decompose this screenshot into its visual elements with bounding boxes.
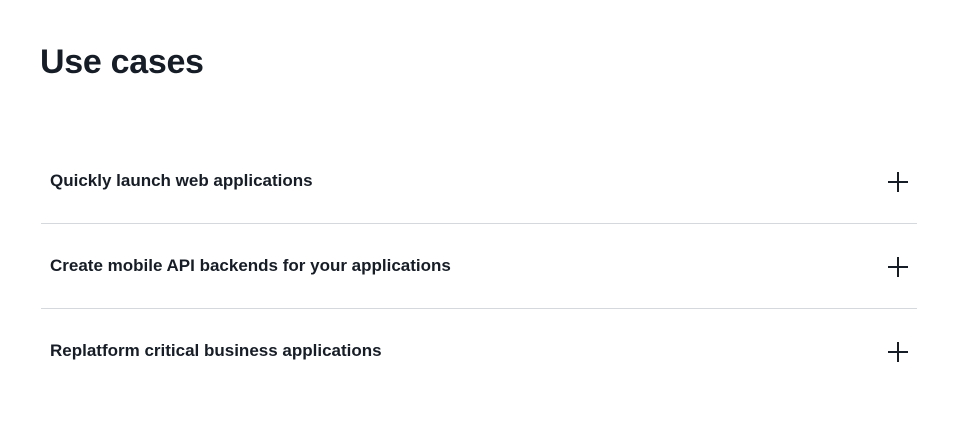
accordion-item-launch-web-apps[interactable]: Quickly launch web applications (41, 139, 917, 224)
page-title: Use cases (40, 43, 204, 81)
accordion-item-label: Replatform critical business application… (50, 341, 382, 360)
use-cases-accordion: Quickly launch web applications Create m… (41, 139, 917, 394)
accordion-item-label: Quickly launch web applications (50, 171, 313, 190)
plus-icon[interactable] (887, 341, 909, 363)
accordion-item-label: Create mobile API backends for your appl… (50, 256, 451, 275)
accordion-item-replatform-apps[interactable]: Replatform critical business application… (41, 309, 917, 394)
plus-icon[interactable] (887, 256, 909, 278)
plus-icon[interactable] (887, 171, 909, 193)
accordion-item-mobile-api-backends[interactable]: Create mobile API backends for your appl… (41, 224, 917, 309)
